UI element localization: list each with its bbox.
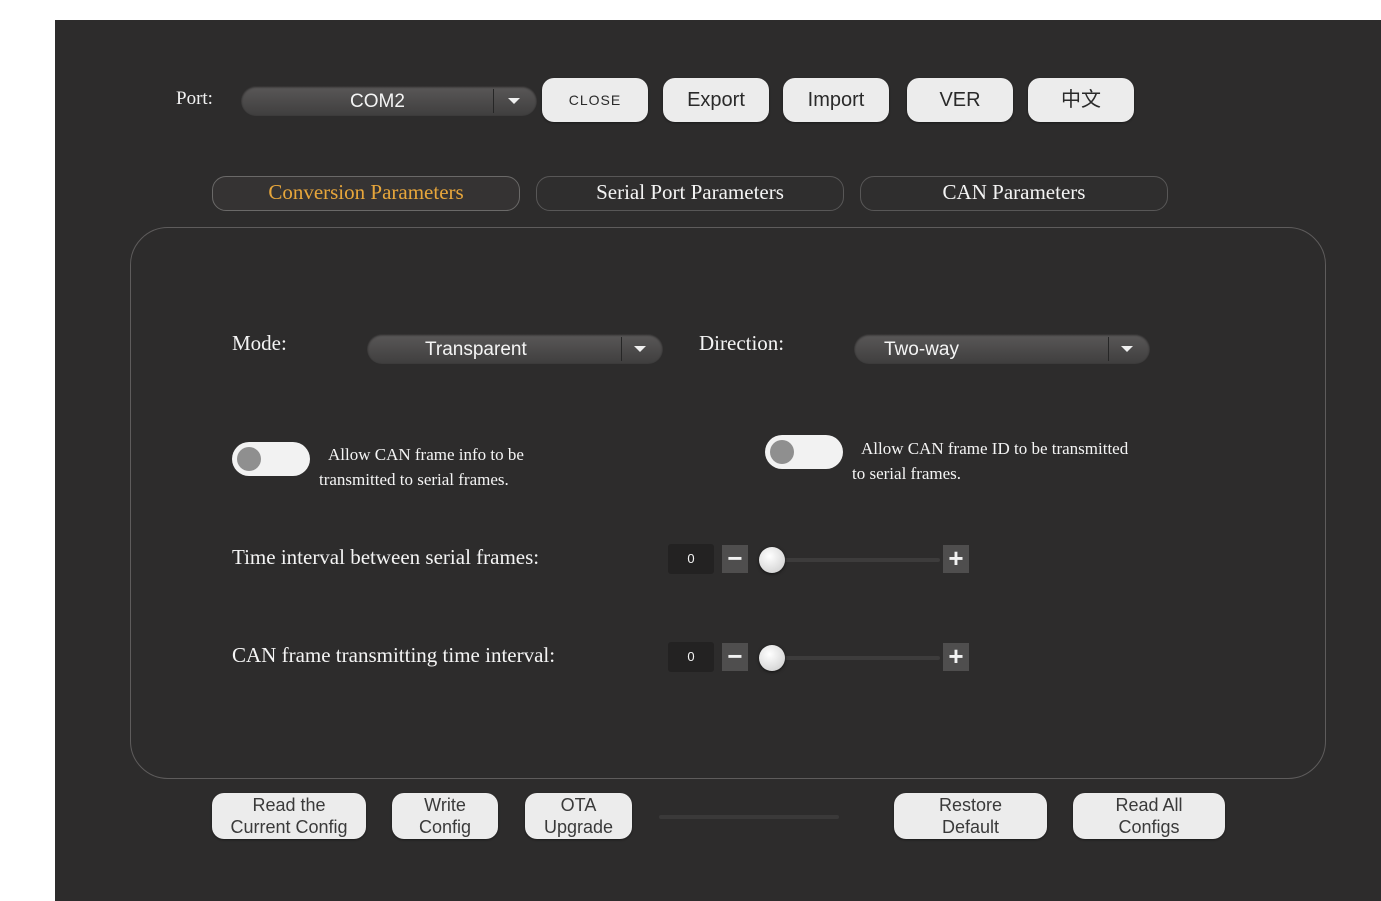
serial-interval-decrement-button[interactable]: −: [722, 545, 748, 573]
chevron-down-icon[interactable]: [508, 98, 520, 104]
port-select[interactable]: COM2: [241, 86, 537, 116]
can-interval-label: CAN frame transmitting time interval:: [232, 643, 556, 667]
frame-info-toggle[interactable]: [232, 442, 310, 476]
import-button[interactable]: Import: [783, 78, 889, 122]
mode-select-value: Transparent: [425, 339, 527, 360]
tab-conversion-parameters[interactable]: Conversion Parameters: [212, 176, 520, 211]
serial-interval-increment-button[interactable]: +: [943, 545, 969, 573]
serial-interval-input[interactable]: 0: [668, 544, 714, 574]
ota-upgrade-button[interactable]: OTA Upgrade: [525, 793, 632, 839]
mode-select-divider: [621, 337, 622, 361]
frame-info-toggle-label: Allow CAN frame info to be transmitted t…: [319, 442, 619, 492]
restore-default-button[interactable]: Restore Default: [894, 793, 1047, 839]
export-button[interactable]: Export: [663, 78, 769, 122]
config-tool-window: Port: COM2 CLOSE Export Import VER 中文 Co…: [55, 20, 1381, 901]
write-config-line1: Write: [424, 795, 466, 815]
mode-label: Mode:: [232, 331, 287, 355]
tab-can-parameters[interactable]: CAN Parameters: [860, 176, 1168, 211]
read-current-line1: Read the: [252, 795, 326, 815]
frame-id-line1: Allow CAN frame ID to be transmitted: [861, 439, 1129, 458]
tab-serial-port-parameters[interactable]: Serial Port Parameters: [536, 176, 844, 211]
mode-select[interactable]: Transparent: [367, 334, 663, 364]
ota-upgrade-line1: OTA: [560, 795, 597, 815]
can-interval-slider-thumb[interactable]: [759, 645, 785, 671]
write-config-line2: Config: [418, 817, 472, 837]
can-interval-increment-button[interactable]: +: [943, 643, 969, 671]
chevron-down-icon[interactable]: [634, 346, 646, 352]
frame-info-line1: Allow CAN frame info to be: [328, 445, 524, 464]
direction-select-divider: [1108, 337, 1109, 361]
read-current-config-button[interactable]: Read the Current Config: [212, 793, 366, 839]
ota-upgrade-line2: Upgrade: [543, 817, 614, 837]
can-interval-slider-track[interactable]: [760, 656, 940, 660]
serial-interval-slider-track[interactable]: [760, 558, 940, 562]
can-interval-decrement-button[interactable]: −: [722, 643, 748, 671]
serial-interval-label: Time interval between serial frames:: [232, 545, 540, 569]
direction-select-value: Two-way: [884, 339, 959, 360]
toggle-knob: [770, 440, 794, 464]
frame-info-line2: transmitted to serial frames.: [319, 470, 509, 489]
can-interval-input[interactable]: 0: [668, 642, 714, 672]
frame-id-toggle-label: Allow CAN frame ID to be transmitted to …: [852, 436, 1212, 486]
port-select-divider: [493, 89, 494, 113]
direction-select[interactable]: Two-way: [854, 334, 1150, 364]
restore-default-line1: Restore: [938, 795, 1003, 815]
port-select-value: COM2: [350, 91, 405, 112]
serial-interval-slider-thumb[interactable]: [759, 547, 785, 573]
close-port-button[interactable]: CLOSE: [542, 78, 648, 122]
direction-label: Direction:: [699, 331, 785, 355]
read-current-line2: Current Config: [230, 817, 348, 837]
read-all-configs-button[interactable]: Read All Configs: [1073, 793, 1225, 839]
frame-id-toggle[interactable]: [765, 435, 843, 469]
version-button[interactable]: VER: [907, 78, 1013, 122]
ota-progress-bar: [659, 815, 839, 819]
language-button[interactable]: 中文: [1028, 78, 1134, 122]
conversion-parameters-panel: [130, 227, 1326, 779]
port-label: Port:: [176, 88, 213, 109]
chevron-down-icon[interactable]: [1121, 346, 1133, 352]
restore-default-line2: Default: [941, 817, 1000, 837]
frame-id-line2: to serial frames.: [852, 464, 962, 483]
write-config-button[interactable]: Write Config: [392, 793, 498, 839]
toggle-knob: [237, 447, 261, 471]
read-all-line1: Read All: [1115, 795, 1183, 815]
read-all-line2: Configs: [1118, 817, 1180, 837]
